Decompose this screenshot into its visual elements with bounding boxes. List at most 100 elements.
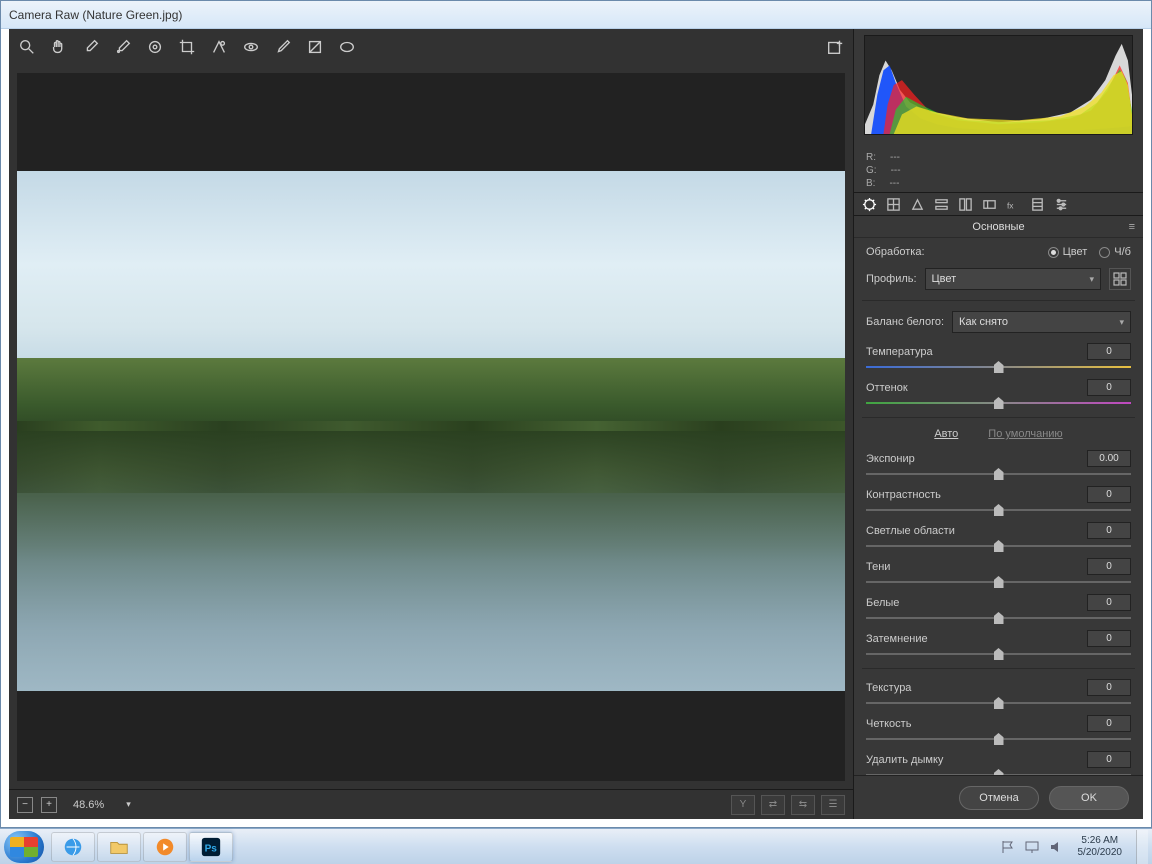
crop-icon[interactable] <box>177 37 197 57</box>
dehaze-value[interactable]: 0 <box>1087 751 1131 768</box>
tab-hsl-icon[interactable] <box>932 195 950 213</box>
shadows-track[interactable] <box>866 578 1131 586</box>
redeye-icon[interactable] <box>241 37 261 57</box>
panel-title: Основные ≡ <box>854 216 1143 238</box>
panel-tabs: fx <box>854 192 1143 216</box>
profile-select[interactable]: Цвет <box>925 268 1101 290</box>
show-desktop[interactable] <box>1136 830 1148 864</box>
taskbar-media[interactable] <box>143 832 187 862</box>
before-after-toggle[interactable]: Y <box>731 795 755 815</box>
tab-fx-icon[interactable]: fx <box>1004 195 1022 213</box>
profile-browser-icon[interactable] <box>1109 268 1131 290</box>
toolbar <box>9 29 853 65</box>
image-preview[interactable] <box>17 73 845 781</box>
tab-basic-icon[interactable] <box>860 195 878 213</box>
spot-removal-icon[interactable] <box>209 37 229 57</box>
radio-bw[interactable]: Ч/б <box>1099 246 1131 258</box>
flag-icon[interactable] <box>1000 839 1016 855</box>
panel-menu-icon[interactable]: ≡ <box>1129 221 1135 233</box>
g-label: G: <box>866 164 877 177</box>
blacks-track[interactable] <box>866 650 1131 658</box>
sound-icon[interactable] <box>1048 839 1064 855</box>
contrast-track[interactable] <box>866 506 1131 514</box>
tab-calib-icon[interactable] <box>1028 195 1046 213</box>
photo-canvas <box>17 171 845 691</box>
clarity-track[interactable] <box>866 735 1131 743</box>
zoom-level[interactable]: 48.6% <box>65 797 112 813</box>
tint-thumb[interactable] <box>994 397 1004 409</box>
temp-track[interactable] <box>866 363 1131 371</box>
slider-temperature: Температура0 <box>866 343 1131 371</box>
swap-icon[interactable]: ⇄ <box>761 795 785 815</box>
settings-icon[interactable]: ☰ <box>821 795 845 815</box>
histogram[interactable] <box>864 35 1133 135</box>
shadows-value[interactable]: 0 <box>1087 558 1131 575</box>
camera-raw-window: Camera Raw (Nature Green.jpg) <box>0 0 1152 828</box>
whites-value[interactable]: 0 <box>1087 594 1131 611</box>
expand-icon[interactable]: + <box>41 797 57 813</box>
tint-track[interactable] <box>866 399 1131 407</box>
brush-icon[interactable] <box>273 37 293 57</box>
start-button[interactable] <box>4 831 44 863</box>
blacks-value[interactable]: 0 <box>1087 630 1131 647</box>
tab-presets-icon[interactable] <box>1052 195 1070 213</box>
system-tray: 5:26 AM 5/20/2020 <box>1000 830 1149 864</box>
target-adjust-icon[interactable] <box>145 37 165 57</box>
preset-new-icon[interactable] <box>825 37 845 57</box>
b-label: B: <box>866 177 875 190</box>
svg-text:fx: fx <box>1006 200 1013 210</box>
copy-settings-icon[interactable]: ⇆ <box>791 795 815 815</box>
window-title: Camera Raw (Nature Green.jpg) <box>9 8 182 22</box>
radio-color[interactable]: Цвет <box>1048 246 1088 258</box>
gradient-icon[interactable] <box>305 37 325 57</box>
highlights-value[interactable]: 0 <box>1087 522 1131 539</box>
taskbar-photoshop[interactable]: Ps <box>189 832 233 862</box>
tab-detail-icon[interactable] <box>908 195 926 213</box>
whites-track[interactable] <box>866 614 1131 622</box>
treatment-label: Обработка: <box>866 246 925 258</box>
texture-value[interactable]: 0 <box>1087 679 1131 696</box>
network-icon[interactable] <box>1024 839 1040 855</box>
hand-icon[interactable] <box>49 37 69 57</box>
titlebar[interactable]: Camera Raw (Nature Green.jpg) <box>1 1 1151 29</box>
bottom-bar: − + 48.6% ▾ Y ⇄ ⇆ ☰ <box>9 789 853 819</box>
wb-select[interactable]: Как снято <box>952 311 1131 333</box>
taskbar[interactable]: Ps 5:26 AM 5/20/2020 <box>0 828 1152 864</box>
zoom-dropdown-icon[interactable]: ▾ <box>120 799 137 810</box>
right-pane: R:--- G:--- B:--- fx Основные ≡ <box>853 29 1143 819</box>
shrink-icon[interactable]: − <box>17 797 33 813</box>
temp-thumb[interactable] <box>994 361 1004 373</box>
clock[interactable]: 5:26 AM 5/20/2020 <box>1078 835 1123 859</box>
svg-text:Ps: Ps <box>205 843 218 854</box>
highlights-track[interactable] <box>866 542 1131 550</box>
left-pane: − + 48.6% ▾ Y ⇄ ⇆ ☰ <box>9 29 853 819</box>
taskbar-ie[interactable] <box>51 832 95 862</box>
temp-value[interactable]: 0 <box>1087 343 1131 360</box>
texture-track[interactable] <box>866 699 1131 707</box>
default-link[interactable]: По умолчанию <box>988 428 1062 440</box>
rgb-readout: R:--- G:--- B:--- <box>854 149 1143 192</box>
cancel-button[interactable]: Отмена <box>959 786 1039 810</box>
color-sampler-icon[interactable] <box>113 37 133 57</box>
eyedropper-icon[interactable] <box>81 37 101 57</box>
profile-label: Профиль: <box>866 273 917 285</box>
tint-value[interactable]: 0 <box>1087 379 1131 396</box>
basic-panel: Обработка: Цвет Ч/б Профиль: Цвет Баланс… <box>854 238 1143 775</box>
wb-label: Баланс белого: <box>866 316 944 328</box>
exposure-track[interactable] <box>866 470 1131 478</box>
zoom-icon[interactable] <box>17 37 37 57</box>
contrast-value[interactable]: 0 <box>1087 486 1131 503</box>
radial-icon[interactable] <box>337 37 357 57</box>
taskbar-explorer[interactable] <box>97 832 141 862</box>
exposure-value[interactable]: 0.00 <box>1087 450 1131 467</box>
dehaze-track[interactable] <box>866 771 1131 775</box>
tab-curve-icon[interactable] <box>884 195 902 213</box>
clarity-value[interactable]: 0 <box>1087 715 1131 732</box>
slider-tint: Оттенок0 <box>866 379 1131 407</box>
tab-split-icon[interactable] <box>956 195 974 213</box>
ok-button[interactable]: OK <box>1049 786 1129 810</box>
r-label: R: <box>866 151 876 164</box>
auto-link[interactable]: Авто <box>934 428 958 440</box>
tab-lens-icon[interactable] <box>980 195 998 213</box>
dialog-footer: Отмена OK <box>854 775 1143 819</box>
